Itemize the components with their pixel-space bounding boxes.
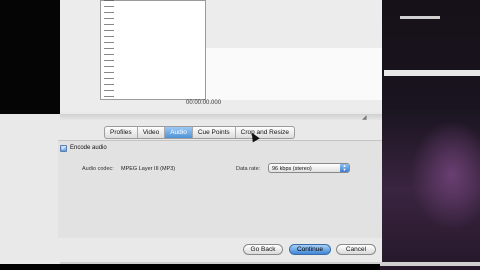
audio-codec-value: MPEG Layer III (MP3): [121, 166, 176, 172]
resize-grip-icon[interactable]: ◢: [362, 114, 367, 121]
encoder-dialog: 00:00:00.000 ◢ Profiles Video Audio Cue …: [0, 0, 382, 264]
bottom-border: [60, 262, 382, 264]
tab-audio[interactable]: Audio: [165, 127, 193, 138]
timeline-ruler[interactable]: [104, 0, 114, 100]
cancel-button[interactable]: Cancel: [336, 244, 376, 255]
background-window-bar: [384, 70, 480, 76]
encode-audio-checkbox[interactable]: ✓: [60, 145, 67, 152]
audio-codec-label: Audio codec:: [82, 166, 114, 172]
settings-tabs: Profiles Video Audio Cue Points Crop and…: [104, 126, 296, 139]
video-preview: [206, 48, 382, 100]
tab-profiles[interactable]: Profiles: [105, 127, 138, 138]
go-back-button[interactable]: Go Back: [243, 244, 283, 255]
updown-arrows-icon: ▲ ▼: [340, 164, 349, 172]
data-rate-select[interactable]: 96 kbps (stereo) ▲ ▼: [268, 163, 350, 173]
audio-settings-panel: [58, 140, 382, 238]
tab-cue-points[interactable]: Cue Points: [193, 127, 236, 138]
data-rate-value: 96 kbps (stereo): [272, 166, 312, 172]
left-dark-strip: [0, 0, 60, 114]
continue-button[interactable]: Continue: [289, 244, 331, 255]
desktop-glow: [410, 120, 480, 230]
timecode-label: 00:00:00.000: [186, 100, 222, 106]
encode-audio-label[interactable]: Encode audio: [70, 145, 107, 151]
timeline-panel[interactable]: [100, 0, 206, 100]
background-window-bottom: [380, 262, 480, 266]
data-rate-label: Data rate:: [236, 166, 261, 172]
panel-divider[interactable]: [60, 114, 382, 120]
tab-crop-and-resize[interactable]: Crop and Resize: [236, 127, 294, 138]
tab-video[interactable]: Video: [138, 127, 166, 138]
background-window-edge: [400, 16, 440, 19]
